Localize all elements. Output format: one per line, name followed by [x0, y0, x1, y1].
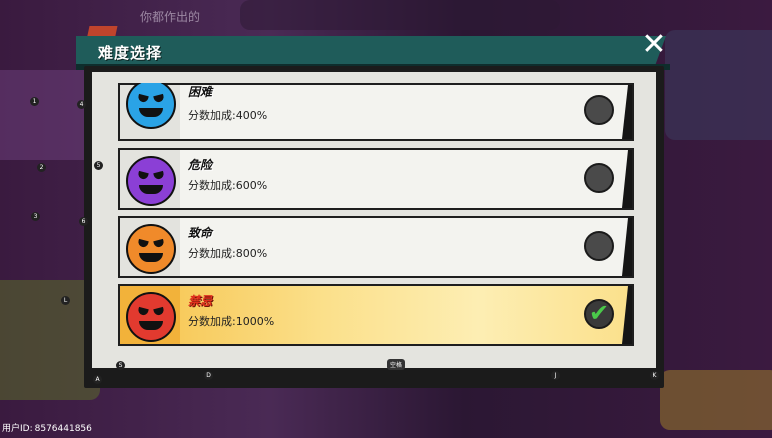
orange-demon-icon: [126, 224, 176, 274]
hotkey-hint: 1: [30, 97, 39, 106]
hotkey-hint: L: [61, 296, 70, 305]
difficulty-name: 危险: [188, 158, 213, 172]
difficulty-card-forbidden[interactable]: 禁忌 分数加成:1000% ✔: [118, 284, 634, 346]
blue-demon-icon: [126, 83, 176, 129]
purple-demon-icon: [126, 156, 176, 206]
select-radio[interactable]: [584, 231, 614, 261]
background-panel-right: [665, 30, 772, 140]
user-id: 用户ID: 8576441856: [0, 421, 92, 434]
hotkey-hint: 5: [94, 161, 103, 170]
hotkey-hint: A: [93, 375, 102, 384]
select-radio[interactable]: [584, 95, 614, 125]
difficulty-bonus: 分数加成:600%: [188, 179, 268, 192]
hotkey-hint: 6: [79, 217, 88, 226]
hotkey-hint: 2: [37, 163, 46, 172]
hotkey-hint: J: [551, 371, 560, 380]
close-icon[interactable]: ✕: [638, 30, 670, 60]
red-demon-icon: [126, 292, 176, 342]
difficulty-bonus: 分数加成:800%: [188, 247, 268, 260]
user-id-value: 8576441856: [34, 424, 92, 434]
difficulty-bonus: 分数加成:1000%: [188, 315, 275, 328]
background-start-button: [660, 370, 772, 430]
user-id-label: 用户ID:: [2, 424, 33, 434]
hotkey-hint: 3: [31, 212, 40, 221]
space-hint-tag: 空格: [387, 359, 406, 370]
difficulty-name: 困难: [188, 85, 213, 99]
difficulty-bonus: 分数加成:400%: [188, 109, 268, 122]
difficulty-card-deadly[interactable]: 致命 分数加成:800%: [118, 216, 634, 278]
select-radio[interactable]: [584, 163, 614, 193]
checkmark-icon: ✔: [589, 299, 610, 327]
hotkey-hint: 4: [77, 100, 86, 109]
hotkey-hint: K: [650, 371, 659, 380]
background-top-bar: [240, 0, 560, 30]
difficulty-name: 致命: [188, 226, 213, 240]
background-top-text: 你都作出的: [140, 10, 201, 24]
hotkey-hint: D: [204, 371, 213, 380]
difficulty-card-hard[interactable]: 困难 分数加成:400%: [118, 83, 634, 141]
select-radio-checked[interactable]: ✔: [584, 299, 614, 329]
difficulty-name: 禁忌: [188, 294, 213, 308]
difficulty-card-danger[interactable]: 危险 分数加成:600%: [118, 148, 634, 210]
dialog-title: 难度选择: [98, 44, 163, 62]
hotkey-hint: S: [116, 361, 125, 370]
